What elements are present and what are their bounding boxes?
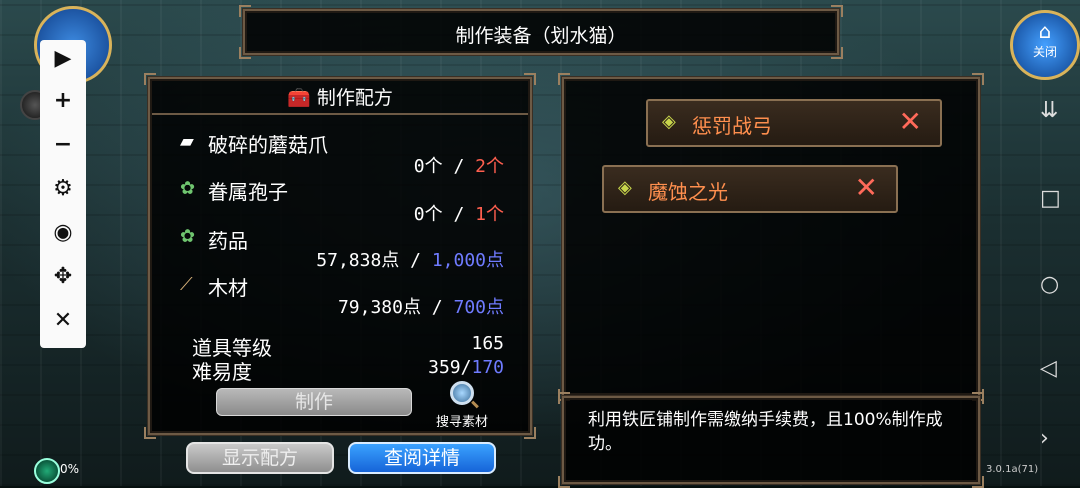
recipe-panel: 🧰 制作配方 ▰ 破碎的蘑菇爪 0个 / 2个 ✿ 眷属孢子 0个 / 1个 ✿…	[144, 73, 536, 439]
show-recipe-button[interactable]: 显示配方	[186, 442, 334, 474]
window-title: 制作装备（划水猫）	[455, 25, 627, 47]
chevron-right-icon[interactable]: ›	[1040, 426, 1049, 451]
difficulty-max: 170	[471, 357, 504, 378]
material-have: 57,838点	[316, 250, 400, 271]
search-material-button[interactable]: 搜寻素材	[430, 381, 494, 430]
close-label: 关闭	[1032, 45, 1057, 59]
recipe-header: 🧰 制作配方	[152, 83, 528, 115]
title-bar: 制作装备（划水猫）	[239, 5, 843, 59]
menu-down-icon[interactable]: ⇊	[1040, 98, 1058, 123]
recents-icon[interactable]: □	[1040, 186, 1061, 211]
wood-icon: ⟋	[180, 274, 193, 295]
result-item-name: 魔蚀之光	[648, 180, 728, 204]
search-material-label: 搜寻素材	[435, 415, 488, 430]
scroll-icon: 🧰	[287, 87, 311, 109]
item-level-value: 165	[471, 333, 504, 354]
result-item[interactable]: ◈ 惩罚战弓 ✕	[646, 99, 942, 147]
close-icon[interactable]: ✕	[40, 308, 86, 333]
ore-icon: ▰	[180, 131, 194, 152]
craft-button[interactable]: 制作	[216, 388, 412, 416]
material-name: 眷属孢子	[208, 180, 288, 204]
material-need: 1,000点	[431, 250, 504, 271]
back-icon[interactable]: ◁	[1040, 356, 1057, 381]
home-circle-icon[interactable]: ○	[1040, 272, 1059, 297]
material-amount: 79,380点 / 700点	[338, 293, 504, 319]
leaf-icon: ◈	[662, 111, 676, 132]
close-icon[interactable]: ✕	[899, 105, 922, 138]
material-have: 79,380点	[337, 297, 421, 318]
material-amount: 57,838点 / 1,000点	[316, 246, 504, 272]
view-details-button[interactable]: 查阅详情	[348, 442, 496, 474]
material-separator: /	[442, 204, 476, 225]
zoom-out-icon[interactable]: −	[40, 132, 86, 157]
difficulty-current: 359/	[428, 357, 472, 378]
home-icon: ⌂	[1038, 19, 1052, 43]
eye-icon[interactable]: ◉	[40, 220, 86, 245]
play-icon[interactable]: ▶	[40, 46, 86, 71]
zoom-in-icon[interactable]: +	[40, 88, 86, 113]
material-amount: 0个 / 1个	[414, 200, 504, 226]
info-text: 利用铁匠铺制作需缴纳手续费，且100%制作成功。	[588, 410, 943, 454]
material-separator: /	[442, 156, 476, 177]
result-panel: ◈ 惩罚战弓 ✕ ◈ 魔蚀之光 ✕	[558, 73, 984, 401]
system-navbar: ⇊ □ ○ ◁ ›	[1024, 88, 1080, 486]
progress-percent: 0%	[60, 462, 80, 476]
difficulty-value: 359/170	[428, 357, 504, 378]
close-icon[interactable]: ✕	[855, 171, 878, 204]
material-name: 药品	[208, 229, 248, 253]
material-need: 700点	[453, 297, 504, 318]
material-name: 破碎的蘑菇爪	[208, 133, 328, 157]
leaf-icon: ◈	[618, 177, 632, 198]
result-item[interactable]: ◈ 魔蚀之光 ✕	[602, 165, 898, 213]
material-have: 0个	[413, 156, 443, 177]
info-panel: 利用铁匠铺制作需缴纳手续费，且100%制作成功。	[558, 392, 984, 488]
material-name: 木材	[208, 276, 248, 300]
result-item-name: 惩罚战弓	[692, 114, 772, 138]
material-amount: 0个 / 2个	[414, 152, 504, 178]
material-separator: /	[399, 250, 432, 271]
recipe-title: 制作配方	[316, 87, 393, 109]
status-icon	[34, 458, 60, 484]
floating-toolbar: ▶ + − ⚙ ◉ ✥ ✕	[40, 40, 86, 348]
material-need: 1个	[475, 204, 504, 225]
material-have: 0个	[413, 204, 443, 225]
close-button[interactable]: ⌂ 关闭	[1010, 10, 1080, 80]
herb-icon: ✿	[180, 226, 196, 247]
magnifier-icon	[450, 381, 474, 405]
material-separator: /	[420, 297, 454, 318]
move-icon[interactable]: ✥	[40, 264, 86, 289]
difficulty-label: 难易度	[192, 360, 252, 384]
herb-icon: ✿	[180, 178, 196, 199]
gear-icon[interactable]: ⚙	[40, 176, 86, 201]
material-need: 2个	[475, 156, 504, 177]
